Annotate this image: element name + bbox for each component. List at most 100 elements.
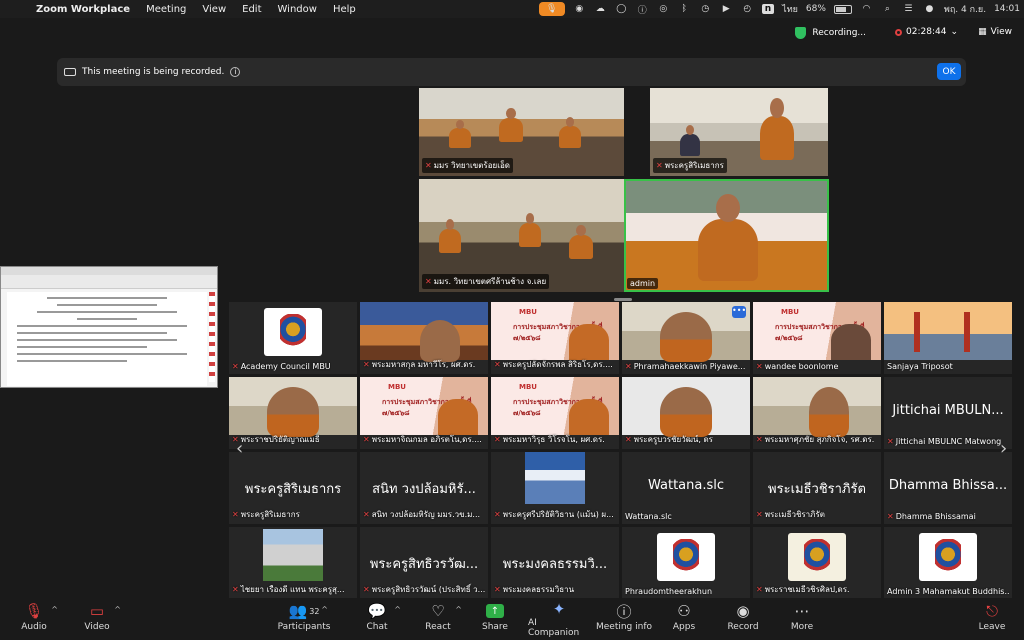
gallery-tile[interactable]: MBU การประชุมสภาวิชาการ ครั้งที่ ๗/๒๕๖๘ ✕… xyxy=(753,302,881,374)
chevron-up-icon[interactable]: ^ xyxy=(394,605,401,614)
gallery-tile[interactable]: พระเมธีวชิราภิรัต ✕ พระเมธีวชิราภิรัต xyxy=(753,452,881,524)
record-label: Record xyxy=(727,622,759,632)
participant-name: ✕ Dhamma Bhissamai xyxy=(887,512,976,521)
apps-button[interactable]: ⚇ Apps xyxy=(654,600,714,638)
react-button[interactable]: ♡ ^ React xyxy=(408,600,468,638)
document-window[interactable] xyxy=(0,266,218,388)
mic-in-use-icon[interactable]: 🎙 xyxy=(538,2,565,16)
chevron-up-icon[interactable]: ^ xyxy=(114,605,121,614)
menu-meeting[interactable]: Meeting xyxy=(138,4,194,15)
gallery-tile[interactable]: ✕ พระราชปริยัติญาณเมธี xyxy=(229,377,357,449)
menu-edit[interactable]: Edit xyxy=(234,4,269,15)
gallery-tile[interactable]: MBU การประชุมสภาวิชาการ ครั้งที่ ๗/๒๕๖๘ ✕… xyxy=(491,377,619,449)
menubar-date[interactable]: พฤ. 4 ก.ย. xyxy=(944,2,986,16)
gallery-tile[interactable]: ✕ พระมหาศุภชัย สุภกิจโจ, รศ.ดร. xyxy=(753,377,881,449)
gallery-tile[interactable]: Wattana.slc Wattana.slc xyxy=(622,452,750,524)
mic-muted-icon: ✕ xyxy=(232,585,239,594)
more-button[interactable]: ⋯ More xyxy=(772,600,832,638)
mic-muted-icon: ✕ xyxy=(756,435,763,444)
resize-handle[interactable] xyxy=(614,298,632,301)
recording-indicator[interactable]: Recording... xyxy=(795,27,866,39)
chevron-up-icon[interactable]: ^ xyxy=(455,605,462,614)
bridge-background xyxy=(884,302,1012,360)
recording-camera-icon xyxy=(64,68,76,76)
gallery-tile[interactable]: Jittichai MBULN... ✕ Jittichai MBULNC Mat… xyxy=(884,377,1012,449)
participant-display-name: พระครูสิทธิวรวัฒ... xyxy=(369,557,479,572)
audio-label: Audio xyxy=(21,622,47,632)
play-icon[interactable]: ▶ xyxy=(720,3,733,16)
view-label: View xyxy=(990,27,1012,37)
gallery-tile[interactable]: พระครูสิทธิวรวัฒ... ✕ พระครูสิทธิวรวัฒน์ … xyxy=(360,527,488,599)
menu-window[interactable]: Window xyxy=(270,4,325,15)
participants-button[interactable]: 👥 32 ^ Participants xyxy=(274,600,334,638)
zoom-tray-icon[interactable]: ◉ xyxy=(573,3,586,16)
menubar-clock[interactable]: 14:01 xyxy=(994,4,1020,14)
gallery-tile[interactable]: พระครูสิริเมธากร ✕ พระครูสิริเมธากร xyxy=(229,452,357,524)
recording-label: Recording... xyxy=(812,28,866,38)
app-menu[interactable]: Zoom Workplace xyxy=(28,4,138,15)
gallery-tile[interactable]: Sanjaya Triposot xyxy=(884,302,1012,374)
control-center-icon[interactable]: ☰ xyxy=(902,3,915,16)
gallery-tile[interactable]: ✕ ไชยยา เรืองดี แทน พระครูสุ... xyxy=(229,527,357,599)
video-off-icon: ▭ xyxy=(89,602,105,620)
chevron-up-icon[interactable]: ^ xyxy=(51,605,58,614)
speaker-tile[interactable]: ✕ มมร. วิทยาเขตศรีล้านช้าง จ.เลย xyxy=(419,179,624,292)
timer-icon[interactable]: ◷ xyxy=(699,3,712,16)
active-speaker-tile[interactable]: admin xyxy=(624,179,829,292)
circle-icon[interactable]: ◯ xyxy=(615,3,628,16)
gallery-tile[interactable]: สนิท วงปล้อมหิรั... ✕ สนิท วงปล้อมหิรัญ ม… xyxy=(360,452,488,524)
speaker-tile[interactable]: ✕ พระครูสิริเมธากร xyxy=(650,88,828,176)
mic-muted-icon: ✕ xyxy=(887,437,894,446)
participant-name: ✕ มมร. วิทยาเขตศรีล้านช้าง จ.เลย xyxy=(422,274,550,289)
bluetooth-icon[interactable]: ᛒ xyxy=(678,3,691,16)
gallery-tile[interactable]: ✕ พระครูบวรชัยวัฒน์, ดร xyxy=(622,377,750,449)
chat-button[interactable]: 💬 ^ Chat xyxy=(347,600,407,638)
gallery-next-icon[interactable]: › xyxy=(1000,438,1007,459)
meeting-info-button[interactable]: ⓘ Meeting info xyxy=(594,600,654,638)
menu-help[interactable]: Help xyxy=(325,4,364,15)
window-titlebar[interactable] xyxy=(1,267,217,275)
more-options-icon[interactable]: ••• xyxy=(732,306,746,318)
clock-tray-icon[interactable]: ◴ xyxy=(741,3,754,16)
share-button[interactable]: ↑ Share xyxy=(465,600,525,638)
gallery-tile[interactable]: MBU การประชุมสภาวิชาการ ครั้งที่ ๗/๒๕๖๘ ✕… xyxy=(491,302,619,374)
banner-ok-button[interactable]: OK xyxy=(937,63,961,80)
input-language[interactable]: ไทย xyxy=(782,2,798,16)
ai-companion-label: AI Companion xyxy=(528,618,580,638)
input-source-icon[interactable]: n xyxy=(761,4,775,14)
mic-muted-icon: ✕ xyxy=(887,512,894,521)
battery-icon[interactable] xyxy=(833,4,852,14)
virtual-background-slide: MBU การประชุมสภาวิชาการ ครั้งที่ ๗/๒๕๖๘ xyxy=(491,302,619,360)
info-tray-icon[interactable]: ⓘ xyxy=(636,3,649,16)
chevron-up-icon[interactable]: ^ xyxy=(321,605,328,614)
audio-button[interactable]: 🎙 ^ Audio xyxy=(4,600,64,638)
chat-label: Chat xyxy=(366,622,388,632)
cloud-icon[interactable]: ☁ xyxy=(594,3,607,16)
gallery-tile[interactable]: Admin 3 Mahamakut Buddhis... xyxy=(884,527,1012,599)
leave-button[interactable]: ⎋ Leave xyxy=(962,600,1022,638)
gallery-tile[interactable]: พระมงคลธรรมวิ... ✕ พระมงคลธรรมวิธาน xyxy=(491,527,619,599)
siri-icon[interactable]: ● xyxy=(923,3,936,16)
gallery-tile[interactable]: ✕ Academy Council MBU xyxy=(229,302,357,374)
info-icon[interactable]: i xyxy=(230,67,241,77)
ai-companion-button[interactable]: ✦ AI Companion xyxy=(528,600,590,638)
gallery-tile[interactable]: ••• ✕ Phramahaekkawin Piyawe... xyxy=(622,302,750,374)
menu-view[interactable]: View xyxy=(194,4,234,15)
speaker-tile[interactable]: ✕ มมร วิทยาเขตร้อยเอ็ด xyxy=(419,88,624,176)
airdrop-icon[interactable]: ◎ xyxy=(657,3,670,16)
gallery-tile[interactable]: Phraudomtheerakhun xyxy=(622,527,750,599)
wifi-icon[interactable]: ◠ xyxy=(860,3,873,16)
gallery-tile[interactable]: ✕ พระราชเมธีวชิรศิลป,ดร. xyxy=(753,527,881,599)
gallery-tile[interactable]: ✕ พระมหาสกุล มหาวีโร, ผศ.ดร. xyxy=(360,302,488,374)
search-icon[interactable]: ⌕ xyxy=(881,3,894,16)
gallery-tile[interactable]: MBU การประชุมสภาวิชาการ ครั้งที่ ๗/๒๕๖๘ ✕… xyxy=(360,377,488,449)
recording-banner: This meeting is being recorded. i OK xyxy=(57,58,966,86)
record-button[interactable]: ◉ Record xyxy=(713,600,773,638)
gallery-tile[interactable]: Dhamma Bhissa... ✕ Dhamma Bhissamai xyxy=(884,452,1012,524)
meeting-timer[interactable]: 02:28:44 ⌄ xyxy=(895,27,958,37)
gallery-prev-icon[interactable]: ‹ xyxy=(236,438,243,459)
gallery-tile[interactable]: ✕ พระครูศรีปริยัติวิธาน (แม้น) ผ... xyxy=(491,452,619,524)
video-button[interactable]: ▭ ^ Video xyxy=(67,600,127,638)
security-shield-icon[interactable] xyxy=(795,27,807,39)
view-button[interactable]: ▦ View xyxy=(978,27,1012,37)
